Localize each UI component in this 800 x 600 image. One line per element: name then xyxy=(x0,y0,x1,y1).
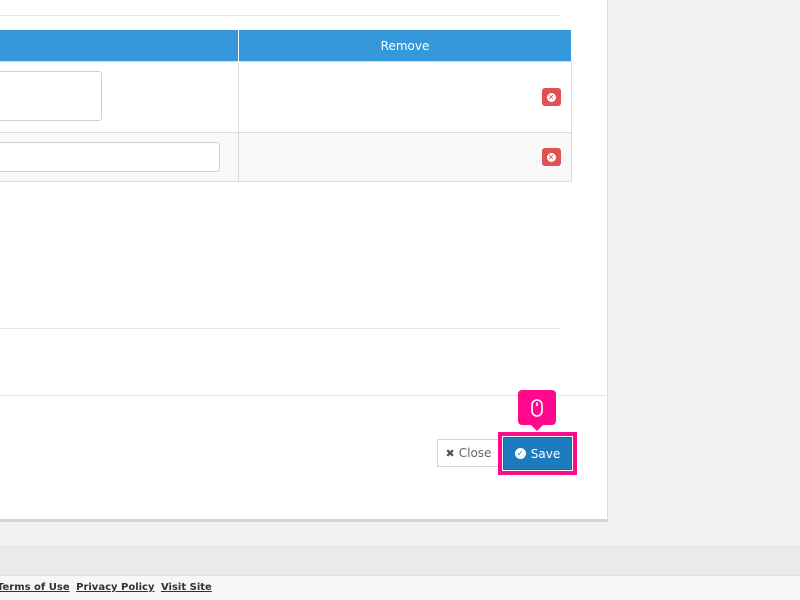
table-cell: ✕ xyxy=(238,132,572,182)
footer-link-visit-site[interactable]: Visit Site xyxy=(161,582,212,593)
divider xyxy=(0,328,560,329)
check-circle-icon: ✓ xyxy=(514,448,526,459)
column-header xyxy=(0,30,239,62)
divider xyxy=(0,15,560,16)
mouse-click-indicator xyxy=(518,390,556,431)
row-input-field[interactable] xyxy=(0,71,102,121)
table-header-row: Remove xyxy=(0,30,571,62)
close-button-label: Close xyxy=(458,446,492,460)
remove-row-button[interactable]: ✕ xyxy=(541,88,561,106)
footer-link-privacy[interactable]: Privacy Policy xyxy=(76,582,154,593)
save-button[interactable]: ✓ Save xyxy=(503,437,572,470)
items-table: Remove ✕ ✕ xyxy=(0,30,572,182)
remove-row-button[interactable]: ✕ xyxy=(541,148,561,166)
mouse-icon xyxy=(531,398,543,417)
times-icon: ✖ xyxy=(445,446,455,460)
table-cell: ✕ xyxy=(238,61,572,133)
remove-icon: ✕ xyxy=(546,152,556,162)
modal-footer-divider xyxy=(0,395,608,396)
column-header-remove: Remove xyxy=(238,30,571,62)
close-button[interactable]: ✖ Close xyxy=(437,439,500,467)
page: Remove ✕ ✕ ✖ Close ✓ Save Terms of Use P… xyxy=(0,0,800,600)
remove-icon: ✕ xyxy=(546,92,556,102)
row-input-field[interactable] xyxy=(0,142,220,172)
table-cell xyxy=(0,132,239,182)
table-row: ✕ xyxy=(0,61,572,133)
table-cell xyxy=(0,61,239,133)
page-background-band xyxy=(0,545,800,575)
footer-link-terms[interactable]: Terms of Use xyxy=(0,582,70,593)
save-button-label: Save xyxy=(530,446,561,461)
table-row: ✕ xyxy=(0,132,572,182)
site-footer: Terms of Use Privacy Policy Visit Site xyxy=(0,575,800,600)
